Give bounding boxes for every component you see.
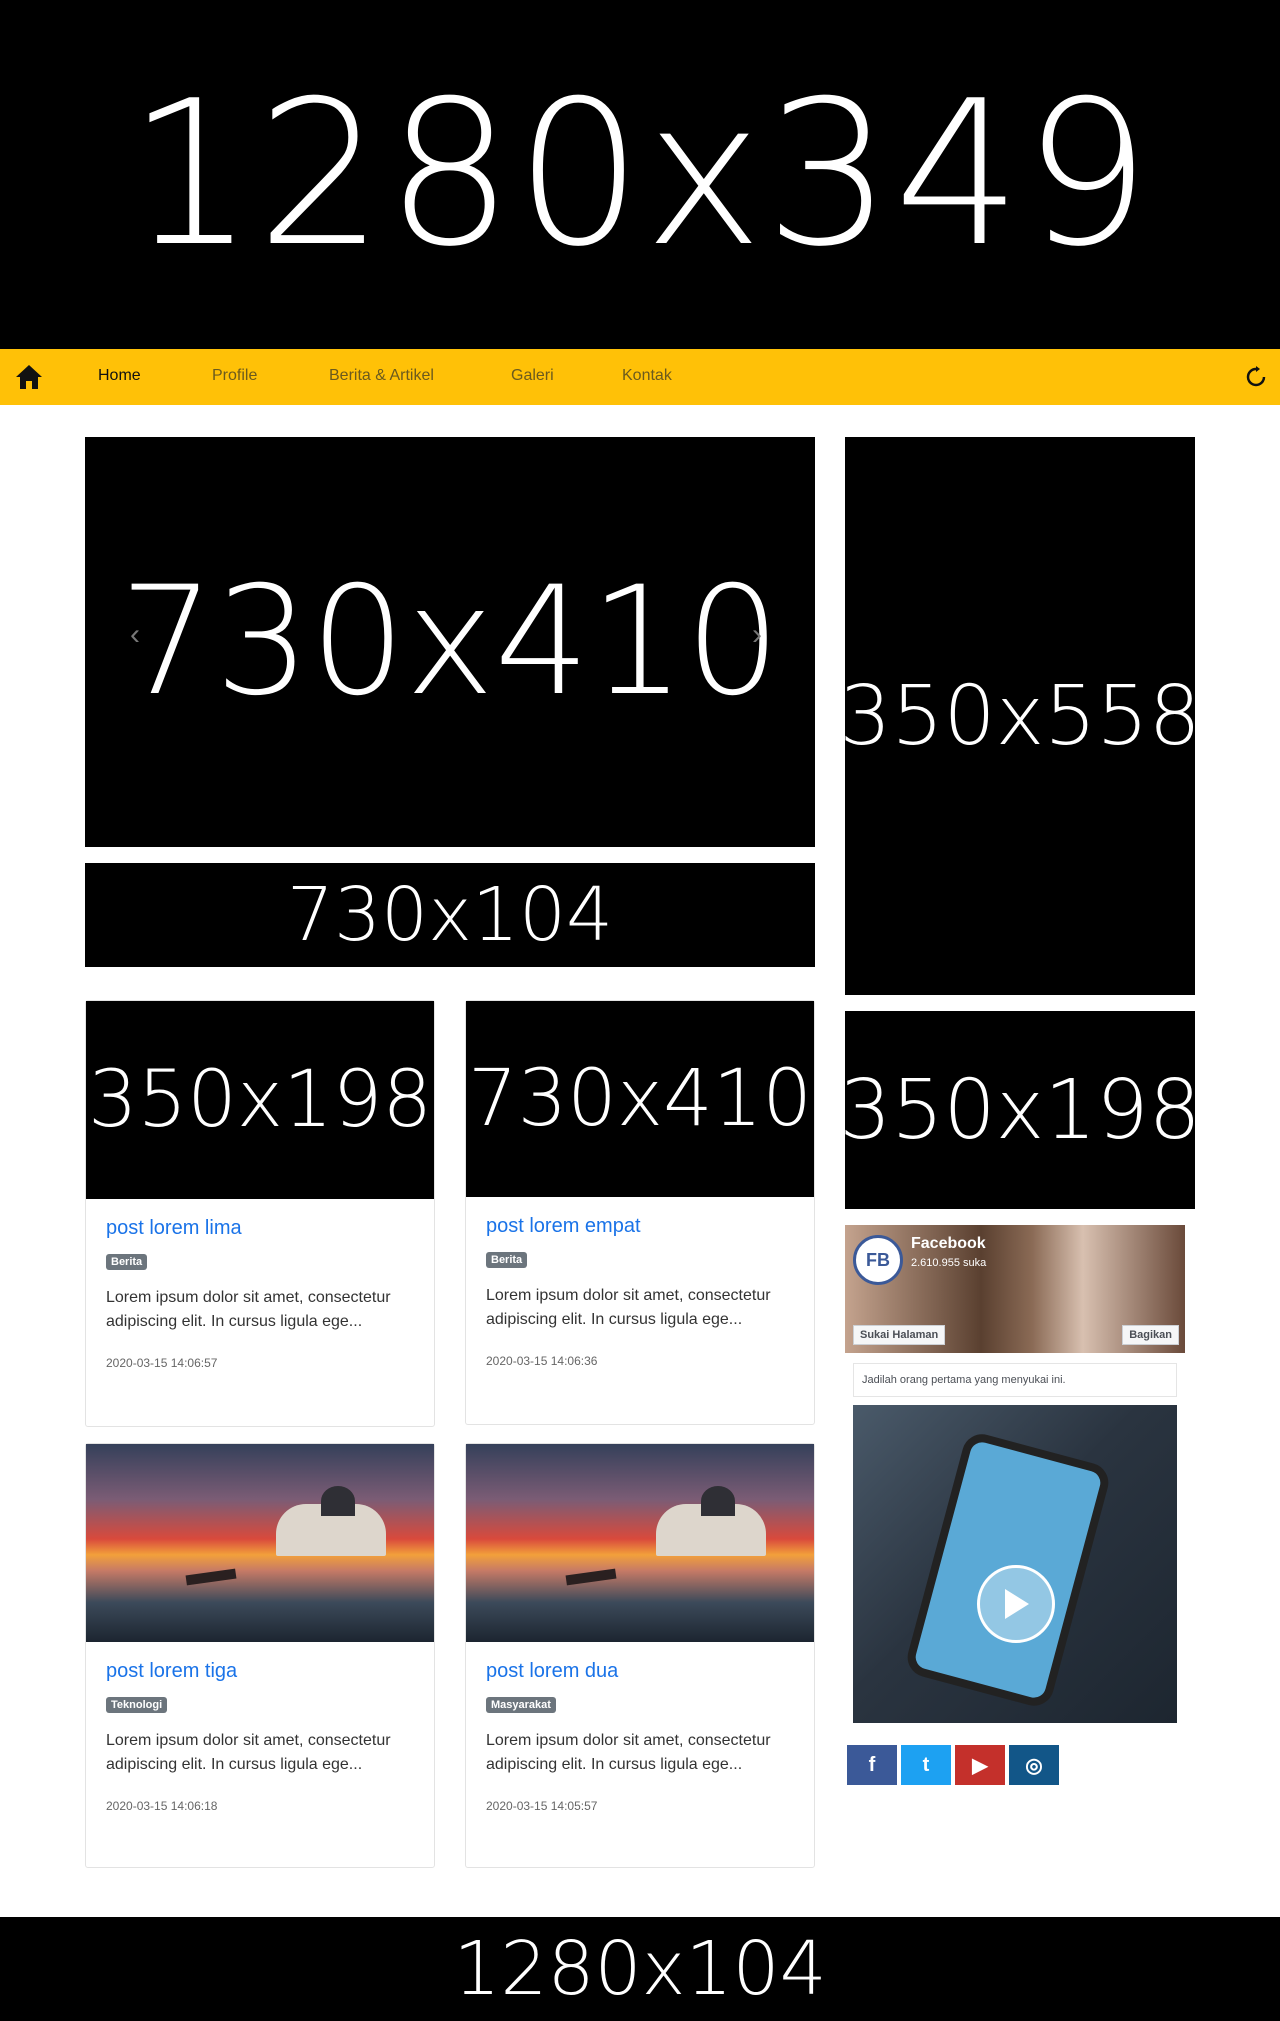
slider-prev-button[interactable]: ‹	[130, 618, 140, 652]
post-thumbnail-photo[interactable]	[86, 1444, 434, 1642]
post-date: 2020-03-15 14:06:57	[106, 1356, 218, 1370]
nav-item-profile[interactable]: Profile	[212, 367, 257, 385]
nav-item-berita-artikel[interactable]: Berita & Artikel	[329, 367, 434, 385]
facebook-like-button[interactable]: Sukai Halaman	[853, 1325, 946, 1345]
post-excerpt: Lorem ipsum dolor sit amet, consectetur …	[486, 1287, 771, 1328]
youtube-icon[interactable]: ▶	[955, 1745, 1005, 1785]
sidebar-ad-small: 350x198	[845, 1011, 1195, 1209]
dome-shape	[321, 1486, 355, 1516]
middle-ad-banner: 730x104	[85, 863, 815, 967]
post-date: 2020-03-15 14:06:36	[486, 1354, 598, 1368]
instagram-icon[interactable]: ◎	[1009, 1745, 1059, 1785]
main-slider[interactable]: 730x410	[85, 437, 815, 847]
facebook-share-button[interactable]: Bagikan	[1122, 1325, 1179, 1345]
home-icon[interactable]	[14, 363, 44, 391]
post-card: 350x198 post lorem lima Berita Lorem ips…	[85, 1000, 435, 1427]
post-card: post lorem tiga Teknologi Lorem ipsum do…	[85, 1443, 435, 1868]
play-icon[interactable]	[977, 1565, 1055, 1643]
twitter-icon[interactable]: t	[901, 1745, 951, 1785]
post-card: 730x410 post lorem empat Berita Lorem ip…	[465, 1000, 815, 1425]
post-excerpt: Lorem ipsum dolor sit amet, consectetur …	[486, 1732, 771, 1773]
rock-shape	[185, 1568, 237, 1586]
category-badge: Masyarakat	[486, 1697, 556, 1713]
post-date: 2020-03-15 14:05:57	[486, 1799, 598, 1813]
facebook-page-name[interactable]: Facebook	[911, 1235, 986, 1253]
post-excerpt: Lorem ipsum dolor sit amet, consectetur …	[106, 1732, 391, 1773]
facebook-like-count: 2.610.955 suka	[911, 1257, 987, 1269]
facebook-icon[interactable]: f	[847, 1745, 897, 1785]
post-thumbnail[interactable]: 350x198	[86, 1001, 434, 1199]
post-card: post lorem dua Masyarakat Lorem ipsum do…	[465, 1443, 815, 1868]
post-title-link[interactable]: post lorem lima	[106, 1217, 414, 1240]
sidebar-ad-tall: 350x558	[845, 437, 1195, 995]
facebook-page-logo[interactable]: FB	[853, 1235, 903, 1285]
rock-shape	[565, 1568, 617, 1586]
category-badge: Teknologi	[106, 1697, 168, 1713]
dome-shape	[701, 1486, 735, 1516]
nav-item-galeri[interactable]: Galeri	[511, 367, 554, 385]
top-banner-ad: 1280x349	[0, 0, 1280, 349]
post-date: 2020-03-15 14:06:18	[106, 1799, 218, 1813]
slider-next-button[interactable]: ›	[752, 618, 762, 652]
social-links: f t ▶ ◎	[847, 1745, 1059, 1785]
post-title-link[interactable]: post lorem empat	[486, 1215, 794, 1238]
facebook-first-like-text: Jadilah orang pertama yang menyukai ini.	[853, 1363, 1177, 1397]
nav-item-home[interactable]: Home	[98, 367, 141, 385]
nav-item-kontak[interactable]: Kontak	[622, 367, 672, 385]
main-navbar: Home Profile Berita & Artikel Galeri Kon…	[0, 349, 1280, 405]
category-badge: Berita	[486, 1252, 528, 1268]
facebook-page-widget: FB Facebook 2.610.955 suka Sukai Halaman…	[845, 1225, 1185, 1725]
post-thumbnail[interactable]: 730x410	[466, 1001, 814, 1197]
post-thumbnail-photo[interactable]	[466, 1444, 814, 1642]
refresh-icon[interactable]	[1244, 365, 1268, 389]
post-title-link[interactable]: post lorem tiga	[106, 1660, 414, 1683]
footer-ad-banner: 1280x104	[0, 1917, 1280, 2021]
category-badge: Berita	[106, 1254, 148, 1270]
post-excerpt: Lorem ipsum dolor sit amet, consectetur …	[106, 1289, 391, 1330]
facebook-video[interactable]	[853, 1405, 1177, 1723]
post-title-link[interactable]: post lorem dua	[486, 1660, 794, 1683]
